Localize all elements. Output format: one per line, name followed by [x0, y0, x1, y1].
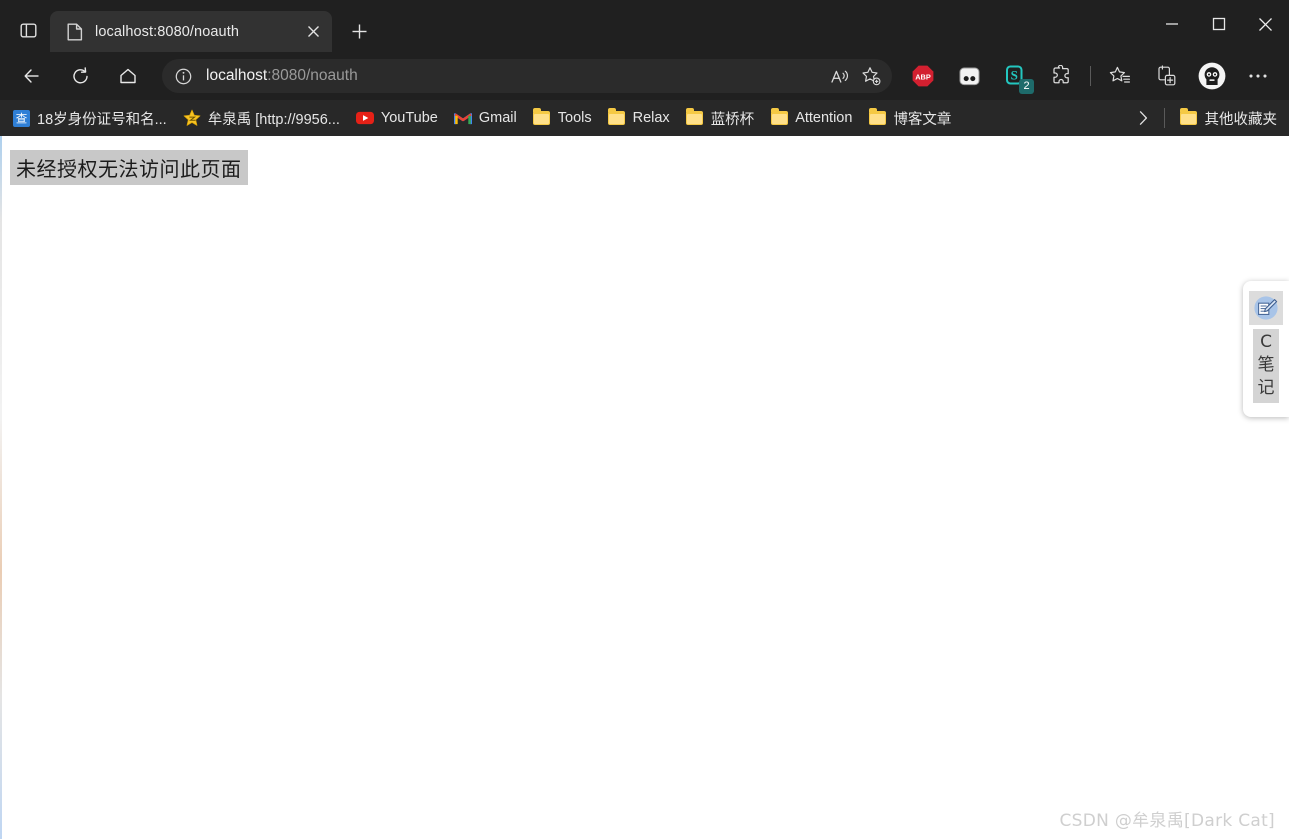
gmail-icon	[453, 109, 472, 127]
bookmark-label: YouTube	[380, 110, 438, 126]
svg-text:S: S	[1010, 67, 1017, 82]
s-extension-icon[interactable]: S 2	[998, 59, 1034, 94]
tampermonkey-icon[interactable]	[952, 59, 986, 93]
page-viewport: 未经授权无法访问此页面 C 笔 记 CSDN @牟泉禹[Dark Cat]	[0, 136, 1289, 839]
url-path: :8080/noauth	[267, 67, 358, 84]
note-widget-line: C	[1260, 332, 1272, 352]
maximize-icon[interactable]	[1195, 0, 1242, 48]
tab-title: localhost:8080/noauth	[95, 23, 239, 40]
note-widget-line: 笔	[1257, 355, 1275, 375]
back-icon[interactable]	[14, 58, 50, 94]
read-aloud-icon[interactable]	[824, 61, 854, 91]
folder-icon	[686, 108, 704, 127]
bookmark-item-gmail[interactable]: Gmail	[446, 104, 525, 132]
page-body-text: 未经授权无法访问此页面	[10, 150, 248, 185]
bookmark-label: Gmail	[478, 110, 517, 126]
note-widget-label: C 笔 记	[1253, 329, 1279, 403]
extension-badge-count: 2	[1019, 79, 1034, 94]
chevron-right-icon[interactable]	[1129, 104, 1157, 132]
bookmark-label: 蓝桥杯	[710, 111, 755, 128]
csdn-watermark: CSDN @牟泉禹[Dark Cat]	[1059, 811, 1275, 831]
page-icon	[66, 23, 84, 41]
cha-site-icon: 查	[12, 109, 30, 127]
bookmark-item-id-lookup[interactable]: 查 18岁身份证号和名...	[4, 104, 175, 132]
bookmark-label: 18岁身份证号和名...	[37, 111, 167, 128]
note-widget-line: 记	[1257, 378, 1275, 398]
folder-icon	[1180, 108, 1198, 127]
bookmark-folder-blog-articles[interactable]: 博客文章	[860, 104, 959, 132]
favorites-icon[interactable]	[1103, 59, 1137, 93]
close-window-icon[interactable]	[1242, 0, 1289, 48]
bookmark-label: Relax	[632, 110, 670, 126]
url-host: localhost	[206, 67, 268, 84]
home-icon[interactable]	[110, 58, 146, 94]
svg-text:ABP: ABP	[915, 72, 931, 81]
new-tab-icon[interactable]	[340, 12, 378, 50]
bookmark-item-muquanyu[interactable]: 牟泉禹 [http://9956...	[175, 104, 348, 132]
tab-strip: localhost:8080/noauth	[50, 0, 378, 52]
bookmark-folder-other-favorites[interactable]: 其他收藏夹	[1172, 104, 1286, 132]
svg-text:查: 查	[15, 111, 27, 125]
folder-icon	[608, 108, 626, 127]
url-text[interactable]: localhost:8080/noauth	[206, 67, 822, 85]
title-bar: localhost:8080/noauth	[0, 0, 1289, 52]
youtube-icon	[355, 109, 374, 127]
settings-and-more-icon[interactable]	[1241, 59, 1275, 93]
toolbar-divider	[1090, 66, 1091, 86]
bookmark-item-youtube[interactable]: YouTube	[348, 104, 446, 132]
browser-extensions-icon[interactable]	[1044, 59, 1078, 93]
minimize-icon[interactable]	[1148, 0, 1195, 48]
browser-window: localhost:8080/noauth localhost:8080/noa…	[0, 0, 1289, 839]
folder-icon	[770, 108, 788, 127]
bookmark-folder-lanqiaobei[interactable]: 蓝桥杯	[678, 104, 763, 132]
close-icon[interactable]	[300, 19, 326, 45]
window-controls	[1148, 0, 1289, 48]
bookmark-folder-relax[interactable]: Relax	[600, 104, 678, 132]
bookmark-folder-tools[interactable]: Tools	[525, 104, 600, 132]
bookmarks-divider	[1163, 108, 1165, 128]
address-bar[interactable]: localhost:8080/noauth	[162, 59, 892, 93]
bookmark-folder-attention[interactable]: Attention	[762, 104, 860, 132]
refresh-icon[interactable]	[62, 58, 98, 94]
site-info-icon[interactable]	[168, 61, 198, 91]
avatar[interactable]	[1195, 59, 1229, 93]
tab-actions-icon[interactable]	[6, 10, 50, 50]
page-left-edge	[0, 136, 2, 839]
folder-icon	[868, 108, 886, 127]
note-widget[interactable]: C 笔 记	[1243, 281, 1289, 417]
bookmark-label: Attention	[795, 110, 853, 126]
bookmark-label: 其他收藏夹	[1204, 111, 1278, 128]
navigation-toolbar: localhost:8080/noauth ABP S 2	[0, 52, 1289, 100]
folder-icon	[533, 108, 551, 127]
star-icon	[183, 109, 201, 127]
tab-localhost-noauth[interactable]: localhost:8080/noauth	[50, 11, 332, 52]
add-favorite-icon[interactable]	[856, 61, 886, 91]
collections-icon[interactable]	[1149, 59, 1183, 93]
bookmarks-bar: 查 18岁身份证号和名... 牟泉禹 [http://9956... YouTu…	[0, 100, 1289, 136]
bookmark-label: Tools	[557, 110, 592, 126]
bookmark-label: 博客文章	[893, 111, 952, 128]
adblock-plus-icon[interactable]: ABP	[906, 59, 940, 93]
bookmark-label: 牟泉禹 [http://9956...	[207, 111, 340, 128]
note-pen-icon[interactable]	[1249, 291, 1283, 325]
